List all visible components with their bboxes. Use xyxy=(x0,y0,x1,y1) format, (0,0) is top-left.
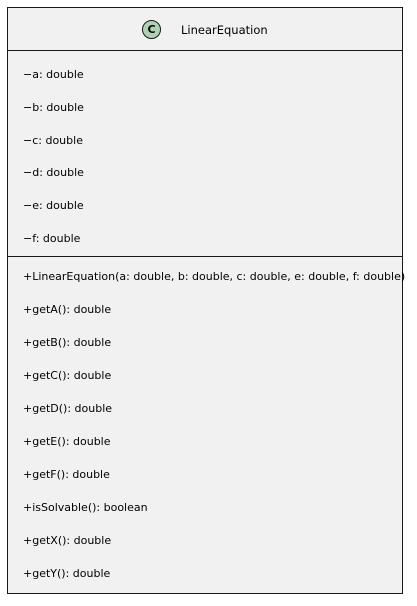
field-d: −d: double xyxy=(23,166,84,179)
field-b: −b: double xyxy=(23,101,84,114)
field-c: −c: double xyxy=(23,134,83,147)
method-get-y: +getY(): double xyxy=(23,567,111,580)
field-e: −e: double xyxy=(23,199,84,212)
field-a: −a: double xyxy=(23,68,84,81)
method-is-solvable: +isSolvable(): boolean xyxy=(23,501,148,514)
method-get-a: +getA(): double xyxy=(23,303,112,316)
method-get-c: +getC(): double xyxy=(23,369,112,382)
method-get-d: +getD(): double xyxy=(23,402,113,415)
method-constructor: +LinearEquation(a: double, b: double, c:… xyxy=(23,270,406,283)
method-get-x: +getX(): double xyxy=(23,534,112,547)
method-get-b: +getB(): double xyxy=(23,336,112,349)
method-get-e: +getE(): double xyxy=(23,435,111,448)
class-box-linear-equation[interactable]: C LinearEquation −a: double −b: double −… xyxy=(7,7,406,594)
class-stereotype-letter: C xyxy=(147,23,156,36)
fields-compartment: −a: double −b: double −c: double −d: dou… xyxy=(8,50,402,257)
class-stereotype-icon: C xyxy=(142,20,161,39)
method-get-f: +getF(): double xyxy=(23,468,110,481)
class-header: C LinearEquation xyxy=(8,8,402,51)
class-name: LinearEquation xyxy=(181,23,268,37)
field-f: −f: double xyxy=(23,232,81,245)
